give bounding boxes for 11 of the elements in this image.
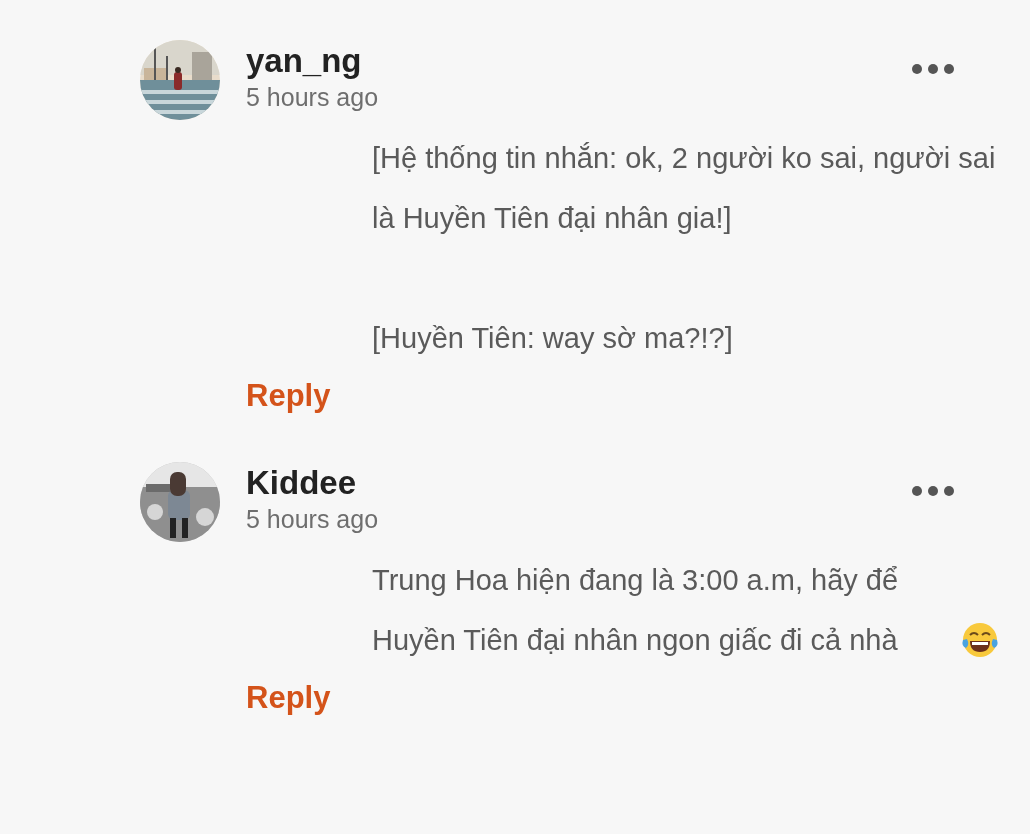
reply-link[interactable]: Reply — [246, 374, 331, 418]
author-name: yan_ng — [246, 41, 363, 81]
timestamp: 5 hours ago — [246, 82, 380, 112]
comment-text: Trung Hoa hiện đang là 3:00 a.m, hãy để Huyền Tiên đại nhân ngon giấc đi cả nhà — [372, 563, 900, 658]
comment-text: [Huyền Tiên: way sờ ma?!?] — [372, 321, 733, 356]
timestamp: 5 hours ago — [246, 504, 380, 534]
more-options-icon[interactable] — [912, 486, 954, 496]
more-options-icon[interactable] — [912, 64, 954, 74]
reply-link[interactable]: Reply — [246, 676, 331, 720]
author-name: Kiddee — [246, 463, 358, 503]
comment-text: [Hệ thống tin nhắn: ok, 2 người ko sai, người sai là Huyền Tiên đại nhân gia!] — [372, 141, 997, 236]
